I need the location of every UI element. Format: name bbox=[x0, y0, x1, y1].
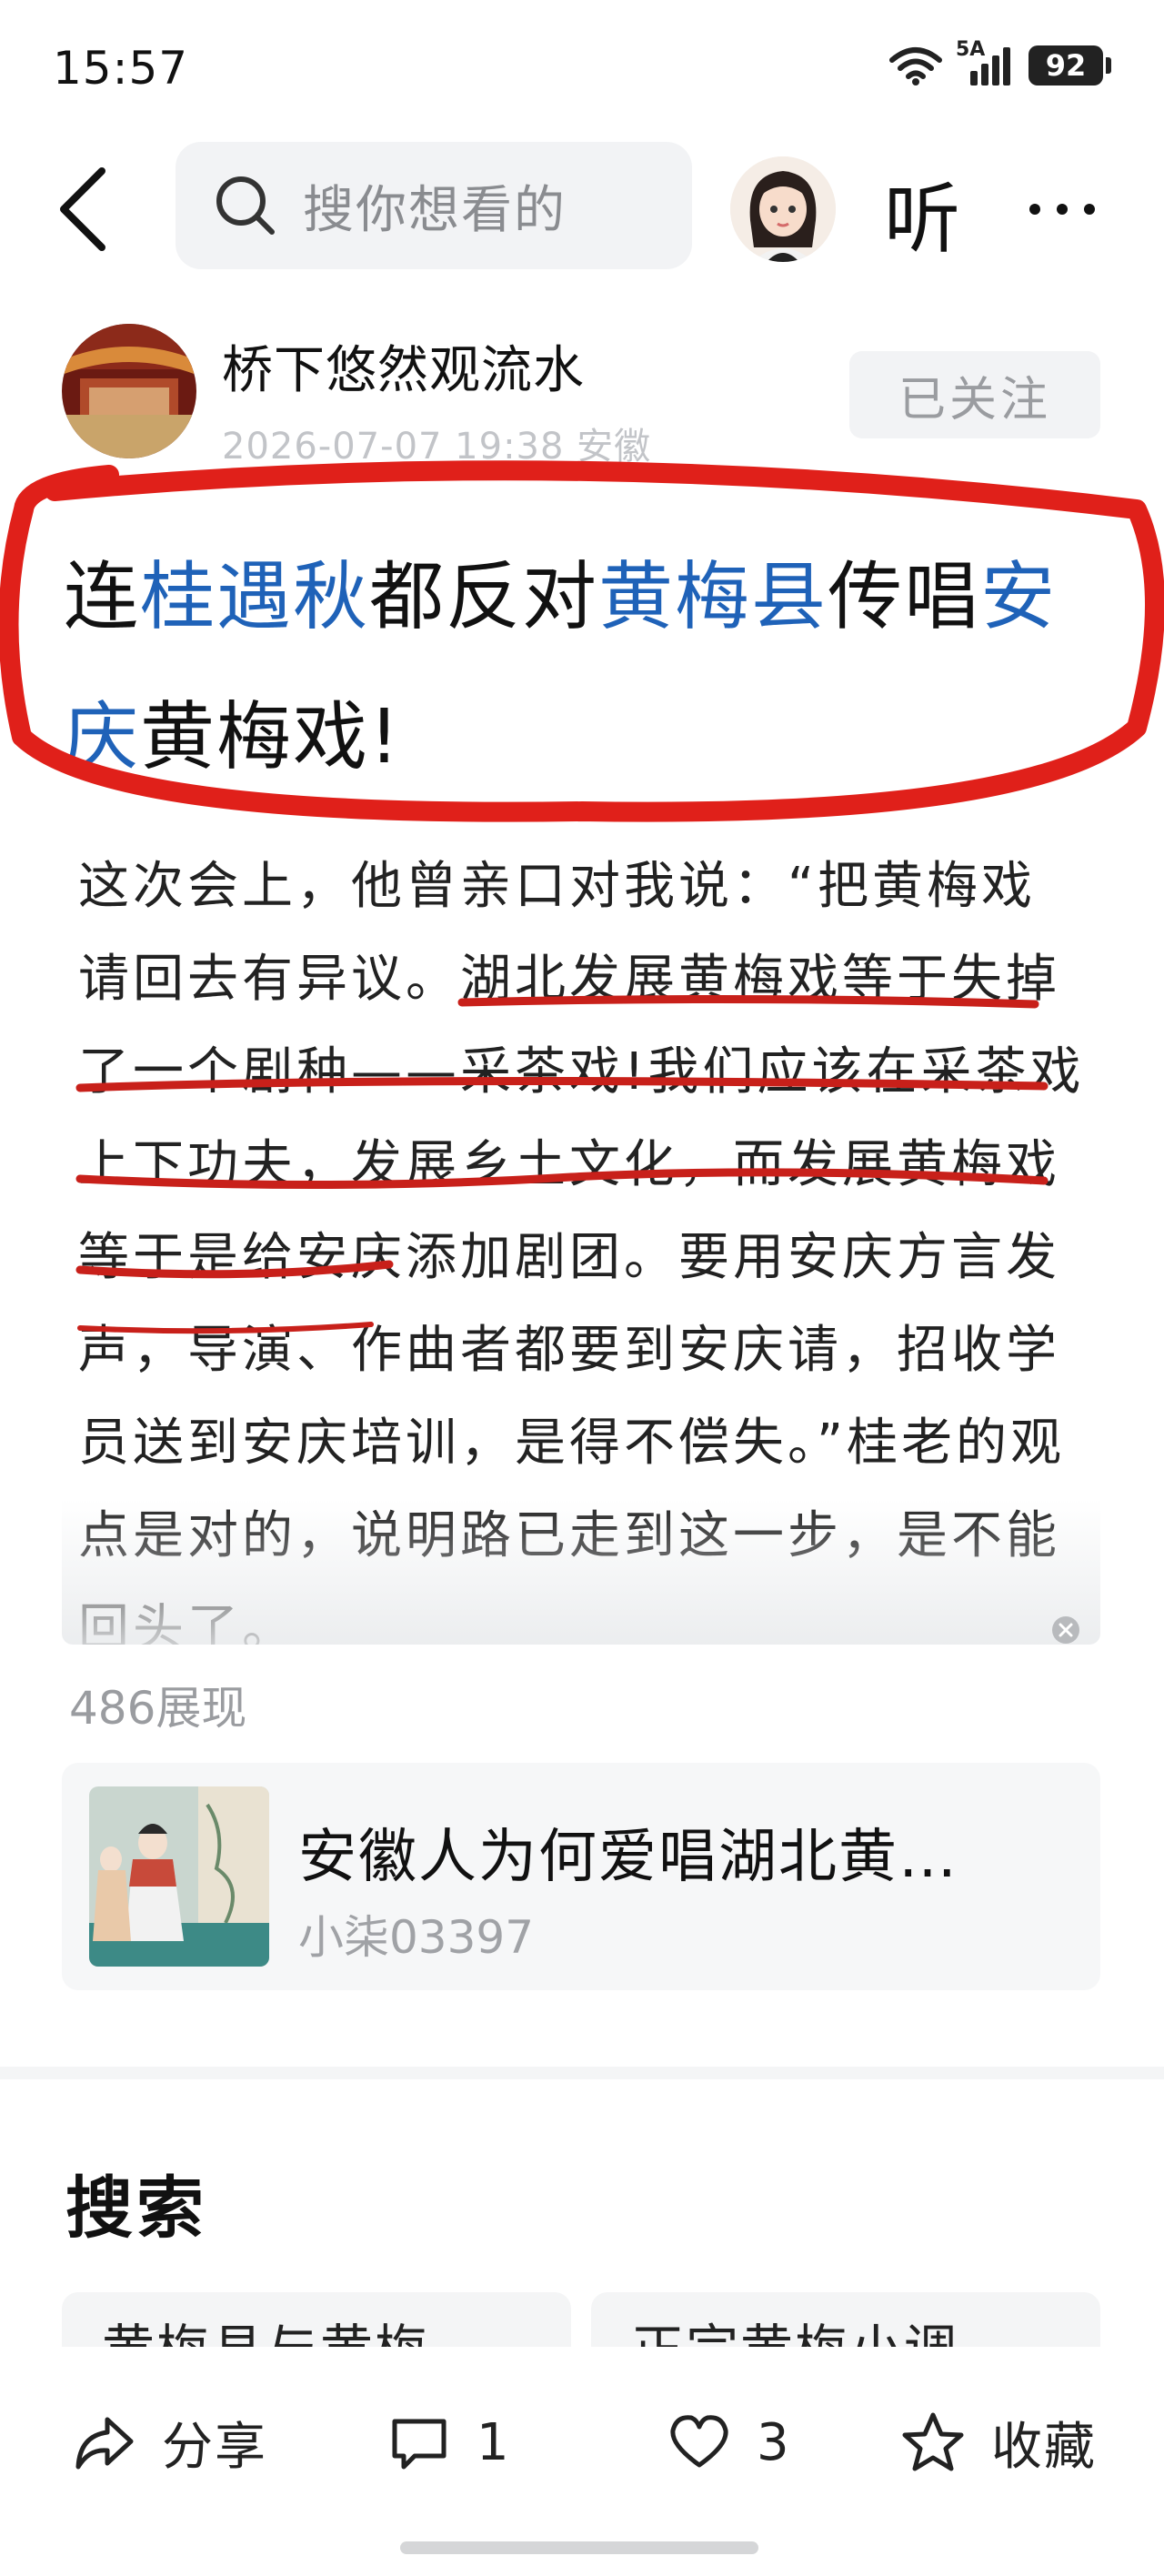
back-arrow-icon[interactable] bbox=[49, 164, 122, 255]
share-label: 分享 bbox=[162, 2417, 267, 2477]
search-suggestion-label: 正宗黄梅小调 bbox=[591, 2307, 1100, 2347]
status-time: 15:57 bbox=[53, 42, 189, 95]
collect-button[interactable]: 收藏 bbox=[900, 2392, 1097, 2492]
wifi-icon bbox=[889, 47, 942, 86]
view-count: 486展现 bbox=[69, 1682, 247, 1735]
assistant-avatar-icon bbox=[730, 156, 836, 262]
search-suggestion-chip[interactable]: 正宗黄梅小调 bbox=[591, 2292, 1100, 2347]
battery-tip bbox=[1106, 57, 1111, 74]
home-indicator[interactable] bbox=[400, 2541, 758, 2554]
author-name[interactable]: 桥下悠然观流水 bbox=[222, 329, 585, 403]
like-button[interactable]: 3 bbox=[667, 2392, 791, 2492]
battery-indicator: 92 bbox=[1029, 45, 1111, 86]
heart-icon bbox=[670, 2415, 728, 2468]
listen-button[interactable]: 听 bbox=[884, 158, 960, 268]
comment-icon bbox=[392, 2419, 447, 2470]
author-avatar[interactable] bbox=[62, 324, 196, 458]
more-options-icon[interactable] bbox=[1026, 200, 1099, 218]
author-avatar-image bbox=[62, 324, 196, 458]
search-placeholder: 搜你想看的 bbox=[303, 180, 567, 240]
image-fade-overlay bbox=[62, 1499, 1100, 1645]
signal-icon bbox=[970, 47, 1010, 86]
listen-avatar[interactable] bbox=[730, 156, 836, 262]
top-nav: 搜你想看的 听 bbox=[0, 136, 1164, 282]
like-count: 3 bbox=[757, 2412, 791, 2472]
search-section-heading: 搜索 bbox=[65, 2169, 207, 2248]
star-icon bbox=[902, 2412, 964, 2471]
comment-count: 1 bbox=[477, 2412, 511, 2472]
related-article-title: 安徽人为何爱唱湖北黄… bbox=[298, 1824, 958, 1891]
search-input[interactable]: 搜你想看的 bbox=[176, 142, 692, 269]
hand-drawn-circle-mark bbox=[0, 460, 1164, 822]
status-bar: 15:57 5A 92 bbox=[0, 0, 1164, 136]
article-image[interactable]: 这次会上，他曾亲口对我说：“把黄梅戏请回去有异议。湖北发展黄梅戏等于失掉了一个剧… bbox=[62, 837, 1100, 1645]
related-article-card[interactable]: 安徽人为何爱唱湖北黄… 小柒03397 bbox=[62, 1763, 1100, 1990]
battery-level: 92 bbox=[1029, 45, 1103, 86]
status-icons: 5A 92 bbox=[888, 38, 1111, 87]
related-thumbnail bbox=[89, 1786, 269, 1967]
search-icon bbox=[216, 176, 275, 235]
share-button[interactable]: 分享 bbox=[73, 2392, 267, 2492]
image-close-icon[interactable] bbox=[1051, 1615, 1080, 1645]
follow-button[interactable]: 已关注 bbox=[849, 351, 1100, 438]
comment-button[interactable]: 1 bbox=[387, 2392, 511, 2492]
search-suggestion-chip[interactable]: 黄梅县与黄梅 bbox=[62, 2292, 571, 2347]
cellular-signal: 5A bbox=[956, 38, 1016, 87]
section-divider bbox=[0, 2067, 1164, 2079]
search-suggestion-label: 黄梅县与黄梅 bbox=[62, 2307, 571, 2347]
share-icon bbox=[75, 2417, 134, 2470]
related-article-author: 小柒03397 bbox=[298, 1911, 535, 1964]
collect-label: 收藏 bbox=[991, 2417, 1097, 2477]
headline-block: 连桂遇秋都反对黄梅县传唱安庆黄梅戏! bbox=[0, 455, 1164, 837]
opera-figurine-image bbox=[89, 1786, 269, 1967]
